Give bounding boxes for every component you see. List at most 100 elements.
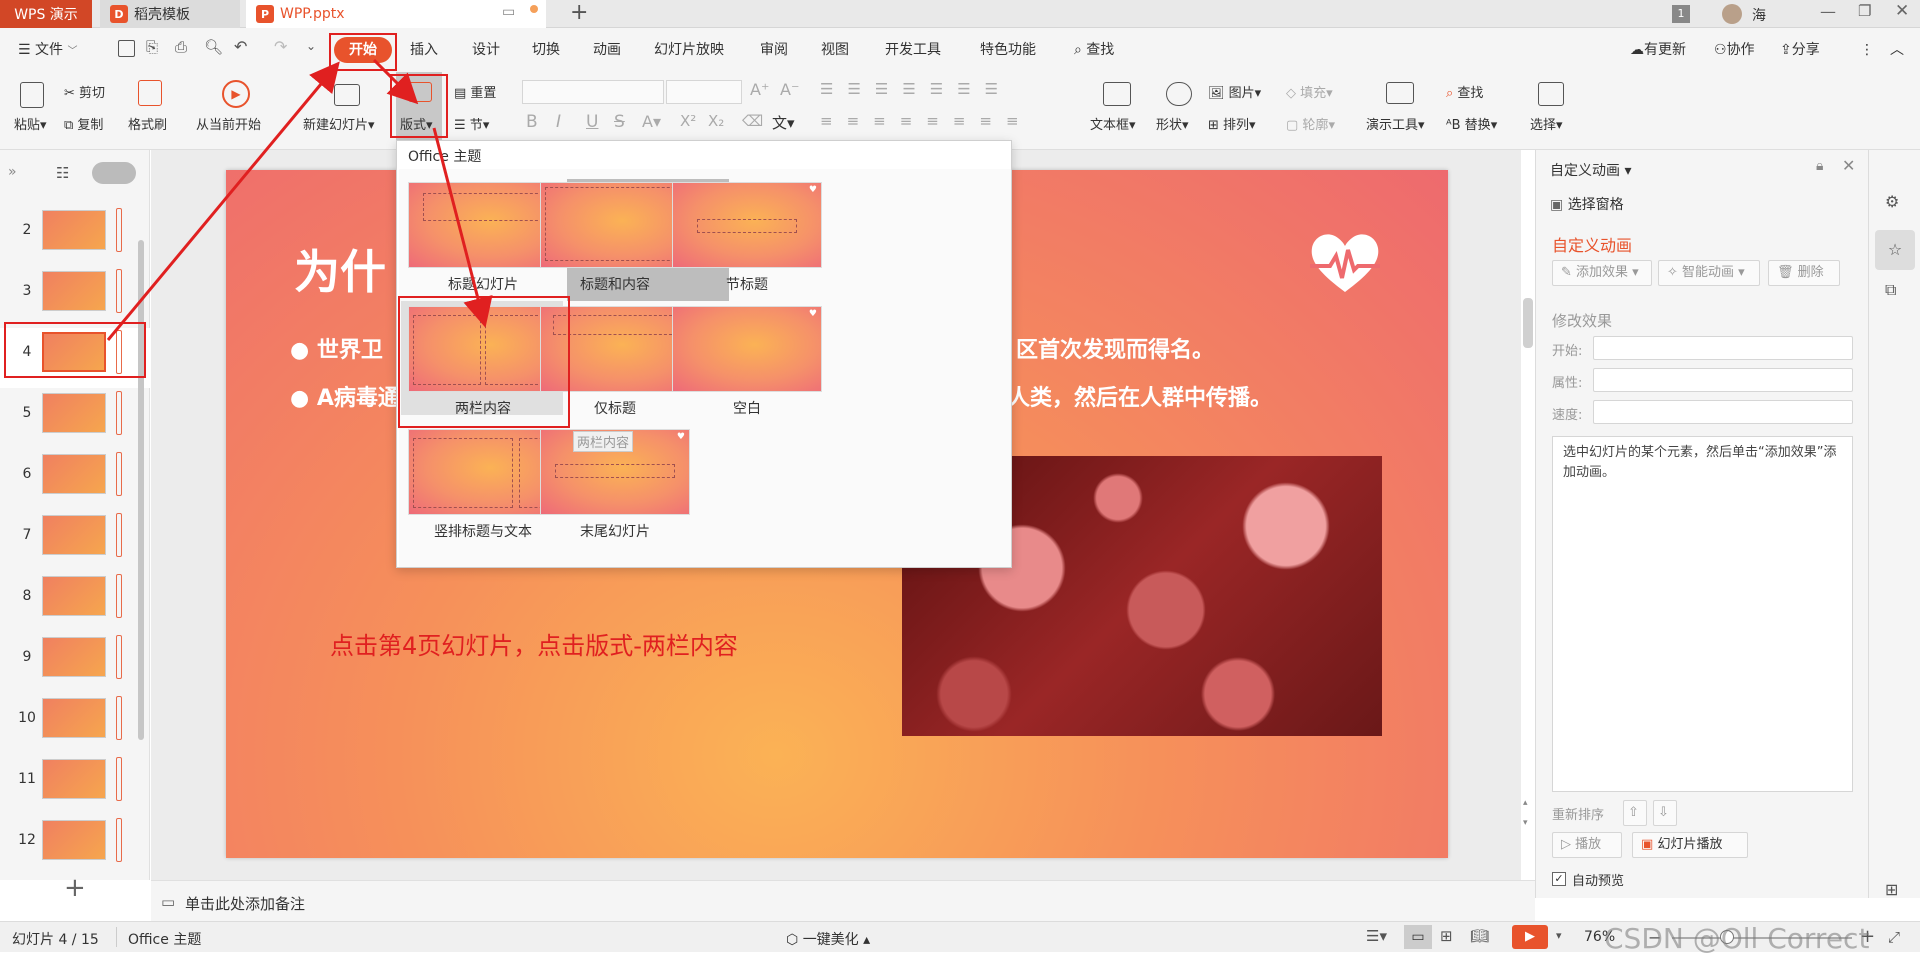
slide-thumbnail[interactable]: 7 (0, 511, 150, 571)
layout-option-thumbnail[interactable]: ♥ (672, 182, 822, 268)
paste-icon[interactable] (20, 82, 44, 108)
layout-option-thumbnail[interactable]: ♥ (672, 306, 822, 392)
layout-option-label[interactable]: 末尾幻灯片 (534, 521, 696, 541)
font-size-select[interactable] (666, 80, 742, 104)
normal-view-icon[interactable]: ▭ (1404, 925, 1432, 949)
reading-view-icon[interactable]: 📖︎ (1470, 927, 1489, 945)
slide-thumbnail[interactable]: 10 (0, 694, 150, 754)
slide-bullet-1-right[interactable]: 区首次发现而得名。 (1016, 332, 1214, 364)
dropdown-scrollbar[interactable] (1005, 171, 1011, 561)
notes-toggle-icon[interactable]: ☰▾ (1366, 927, 1387, 945)
paragraph-row-1[interactable]: ☰☰☰☰☰☰☰ (820, 80, 1012, 98)
search-menu[interactable]: ⌕ 查找 (1074, 38, 1114, 62)
transition-icon[interactable]: ⧉ (1885, 280, 1896, 300)
tab-design[interactable]: 设计 (472, 38, 500, 62)
bold-icon[interactable]: B (526, 112, 538, 132)
slide-thumbnail[interactable]: 6 (0, 450, 150, 510)
print-preview-icon[interactable]: 🔍︎ (204, 38, 223, 56)
auto-preview-checkbox[interactable]: ✓ (1552, 872, 1566, 886)
slide-thumbnail-image[interactable] (42, 820, 106, 860)
slide-thumbnail-image[interactable] (42, 210, 106, 250)
new-slide-icon[interactable] (334, 84, 360, 106)
slide-thumbnail[interactable]: 8 (0, 572, 150, 632)
tab-insert[interactable]: 插入 (410, 38, 438, 62)
avatar[interactable] (1722, 4, 1742, 24)
decrease-font-icon[interactable]: A⁻ (780, 80, 799, 99)
select-icon[interactable] (1538, 82, 1564, 106)
italic-icon[interactable]: I (556, 112, 561, 132)
tab-slideshow[interactable]: 幻灯片放映 (654, 38, 724, 62)
layout-option-label[interactable]: 空白 (666, 398, 828, 418)
panel-title-dropdown[interactable]: 自定义动画 ▾ (1550, 160, 1631, 180)
move-down-icon[interactable]: ⇩ (1653, 800, 1677, 826)
slide-thumbnail[interactable]: 2 (0, 206, 150, 266)
layout-option-thumbnail[interactable]: ♥ (408, 429, 558, 515)
arrange-button[interactable]: ⊞ 排列▾ (1208, 114, 1256, 133)
more-icon[interactable]: ⋮ (1860, 38, 1874, 62)
move-up-icon[interactable]: ⇧ (1623, 800, 1647, 826)
subscript-icon[interactable]: X₂ (708, 112, 724, 130)
presenter-button[interactable]: 演示工具▾ (1366, 114, 1425, 133)
slide-bullet-2-right[interactable]: 人类，然后在人群中传播。 (1008, 380, 1272, 412)
thumbnail-scrollbar[interactable] (138, 240, 144, 740)
animation-list[interactable]: 选中幻灯片的某个元素，然后单击“添加效果”添加动画。 (1552, 436, 1853, 792)
slide-thumbnail[interactable]: 5 (0, 389, 150, 449)
section-button[interactable]: ☰ 节▾ (454, 114, 489, 133)
play-button[interactable]: ▷ 播放 (1552, 832, 1622, 858)
play-options-icon[interactable]: ▾ (1556, 929, 1562, 942)
format-painter-button[interactable]: 格式刷 (128, 114, 167, 133)
tab-wps[interactable]: WPS 演示 (0, 0, 92, 28)
textbox-icon[interactable] (1103, 82, 1131, 106)
slide-thumbnail[interactable]: 11 (0, 755, 150, 815)
notes-bar[interactable]: ▭ 单击此处添加备注 (151, 880, 1535, 921)
slide-thumbnail-image[interactable] (42, 454, 106, 494)
scroll-up-icon[interactable]: ▴ (1523, 798, 1528, 808)
new-tab-icon[interactable]: + (570, 0, 588, 25)
canvas-scrollbar[interactable]: ▴ ▾ (1523, 158, 1533, 858)
tab-features[interactable]: 特色功能 (980, 38, 1036, 62)
layout-option-label[interactable]: 节标题 (666, 274, 828, 294)
beautify-button[interactable]: ⬡ 一键美化 ▴ (786, 929, 870, 949)
thumbnail-view-toggle[interactable] (92, 162, 136, 184)
smart-animation-button[interactable]: ✧ 智能动画 ▾ (1658, 260, 1760, 286)
close-icon[interactable]: ✕ (1895, 1, 1909, 21)
slide-thumbnail[interactable]: 3 (0, 267, 150, 327)
customize-icon[interactable]: ⌄ (306, 39, 316, 53)
canvas-scroll-thumb[interactable] (1523, 298, 1533, 348)
monitor-icon[interactable]: ▭ (502, 4, 515, 20)
increase-font-icon[interactable]: A⁺ (750, 80, 769, 99)
delete-animation-button[interactable]: 🗑︎ 删除 (1768, 260, 1840, 286)
minimize-icon[interactable]: — (1820, 2, 1836, 21)
slide-thumbnail-image[interactable] (42, 576, 106, 616)
slide-thumbnail-image[interactable] (42, 698, 106, 738)
tab-transition[interactable]: 切换 (532, 38, 560, 62)
underline-icon[interactable]: U (586, 112, 598, 132)
collab-button[interactable]: ⚇协作 (1714, 38, 1755, 62)
strikethrough-icon[interactable]: S (614, 112, 625, 132)
slide-thumbnail-image[interactable] (42, 393, 106, 433)
maximize-icon[interactable]: ❐ (1858, 2, 1871, 20)
paste-button[interactable]: 粘贴▾ (14, 114, 47, 133)
outline-button[interactable]: ▢ 轮廓▾ (1286, 114, 1335, 133)
tab-daoke[interactable]: D 稻壳模板 (100, 0, 240, 28)
tab-review[interactable]: 审阅 (760, 38, 788, 62)
tab-developer[interactable]: 开发工具 (885, 38, 941, 62)
share-button[interactable]: ⇪分享 (1780, 38, 1820, 62)
paragraph-row-2[interactable]: ≡≡≡≡≡≡≡≡ (820, 112, 1033, 130)
replace-button[interactable]: ᴬB 替换▾ (1446, 114, 1497, 133)
play-slideshow-icon[interactable]: ▶ (1512, 925, 1548, 949)
shape-button[interactable]: 形状▾ (1156, 114, 1189, 133)
select-pane-link[interactable]: ▣ 选择窗格 (1550, 194, 1624, 214)
slide-bullet-2-left[interactable]: ● A病毒通 (290, 380, 400, 412)
textbox-button[interactable]: 文本框▾ (1090, 114, 1136, 133)
file-menu[interactable]: ☰ 文件 ﹀ (18, 38, 77, 62)
grid-apps-icon[interactable]: ⊞ (1885, 880, 1898, 899)
slide-title[interactable]: 为什 (294, 236, 386, 302)
superscript-icon[interactable]: X² (680, 112, 696, 130)
sorter-view-icon[interactable]: ⊞ (1440, 927, 1453, 945)
select-button[interactable]: 选择▾ (1530, 114, 1563, 133)
find-button[interactable]: ⌕ 查找 (1446, 82, 1483, 101)
outline-view-icon[interactable]: ☷ (56, 164, 69, 182)
properties-icon[interactable]: ⚙ (1885, 192, 1899, 211)
fit-window-icon[interactable]: ⤢ (1888, 928, 1900, 946)
